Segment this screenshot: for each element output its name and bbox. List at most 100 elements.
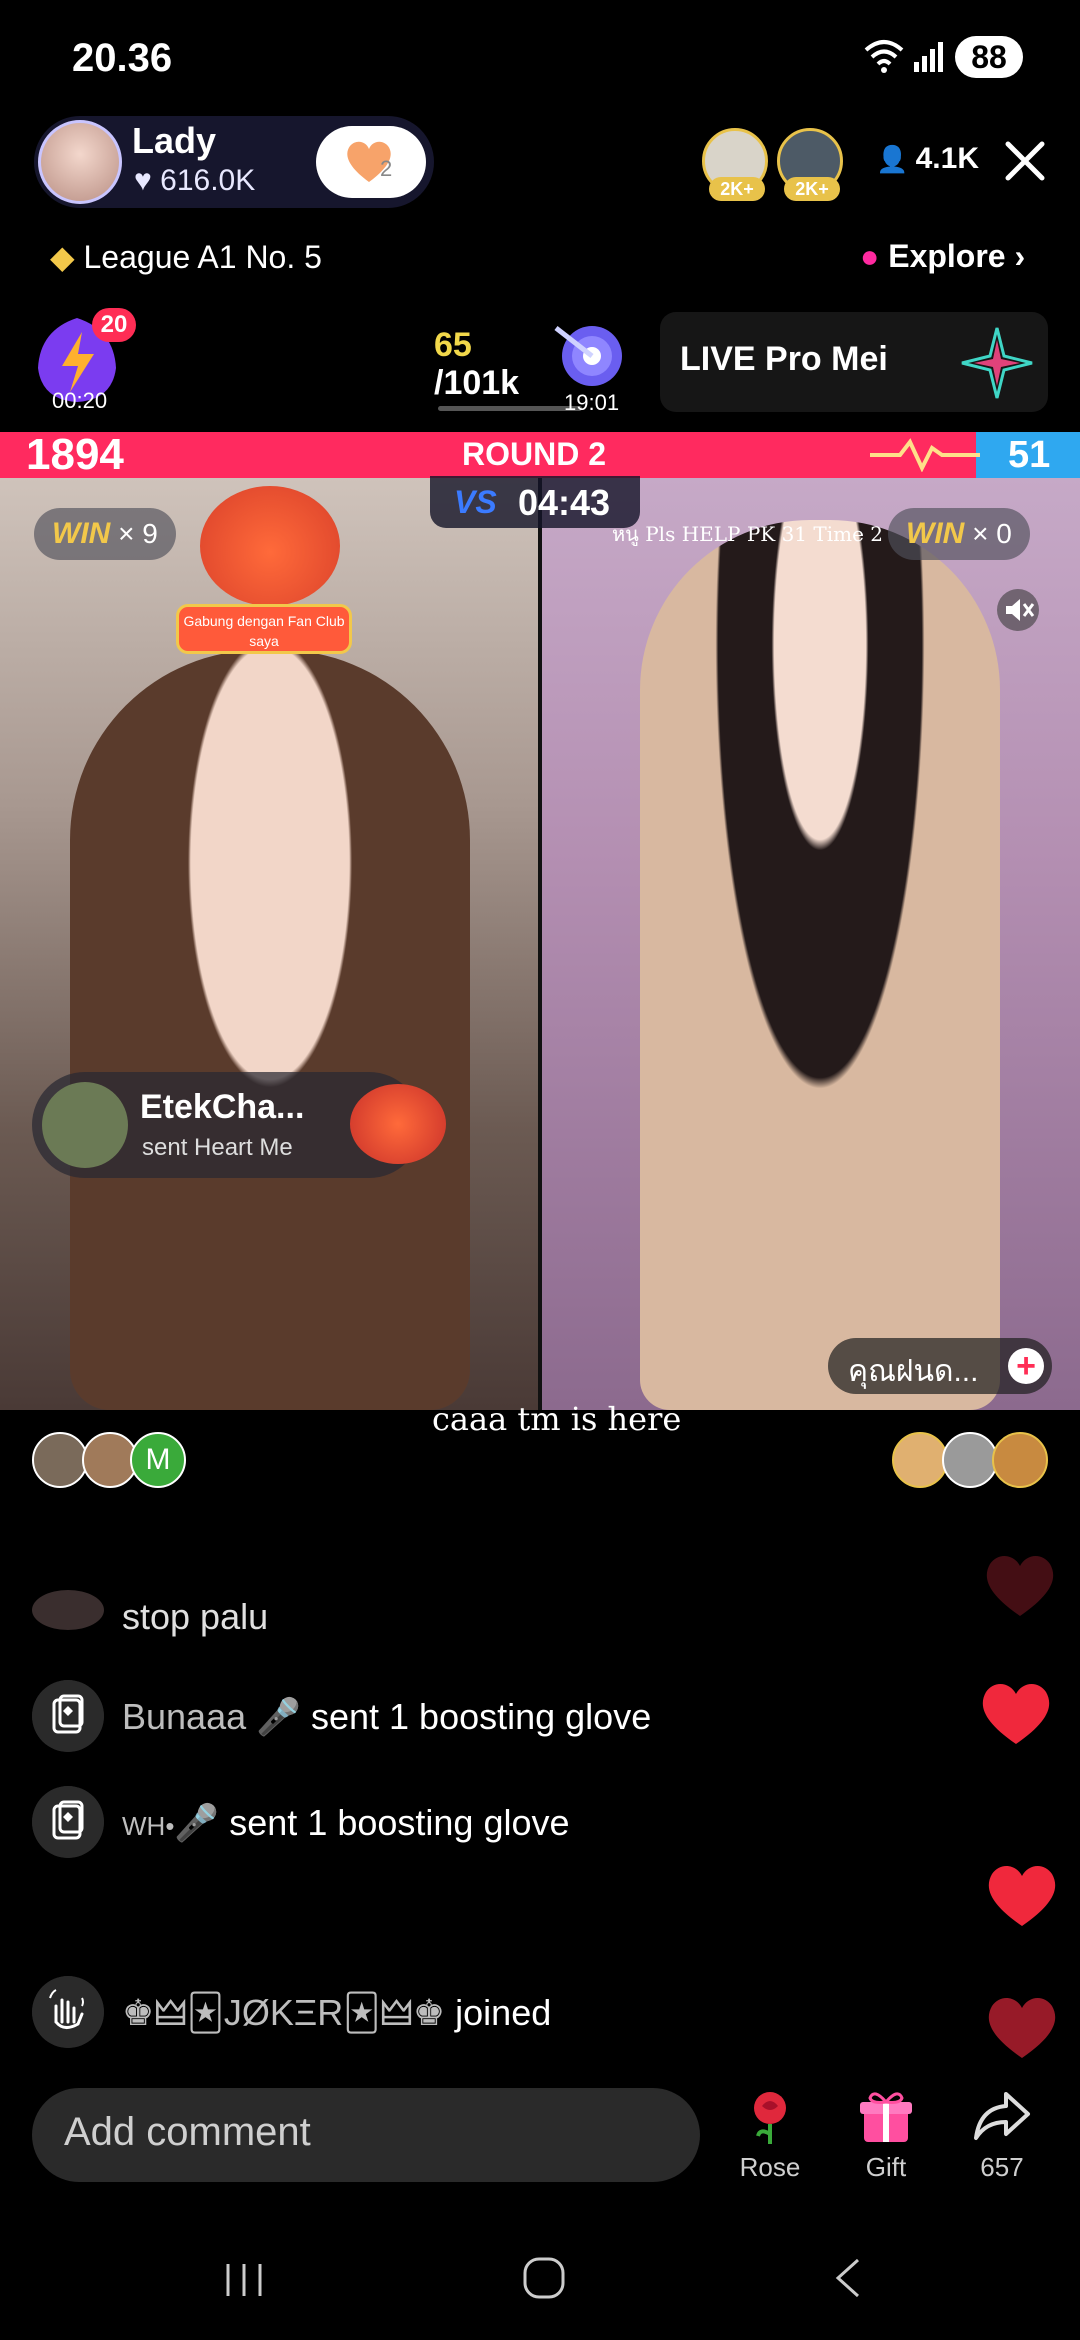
league-label: League A1 No. 5 [83,239,322,275]
signal-icon [914,42,943,72]
stream-caption: caaa tm is here [432,1400,682,1438]
rose-label: Rose [739,2152,801,2182]
supporter-avatar[interactable]: M [130,1432,186,1488]
win-label: WIN [906,517,965,550]
diamond-icon: ◆ [50,239,84,275]
recommended-user-pill[interactable]: คุณฝนด... + [828,1338,1052,1394]
supporter-avatar[interactable] [32,1432,88,1488]
chat-text: sent 1 boosting glove [310,1696,652,1737]
recent-apps-icon[interactable] [222,2262,266,2298]
gifter-name: EtekCha... [140,1088,305,1126]
pk-timer: 04:43 [518,482,611,523]
rose-icon [754,2092,786,2144]
mic-icon: 🎤 [174,1802,220,1843]
explore-orb-icon: ● [860,238,889,274]
share-count: 657 [980,2152,1024,2182]
win-count: × 0 [972,518,1012,549]
opponent-supporter-avatar[interactable] [992,1432,1048,1488]
chat-username[interactable]: WH• [122,1811,174,1841]
host-profile-pill[interactable]: Lady ♥ 616.0K 2 [34,116,434,208]
comment-placeholder: Add comment [64,2110,311,2154]
follow-badge: 2 [380,156,393,181]
goal-total: /101k [434,364,520,402]
boost-count-badge: 20 [92,308,136,342]
host-likes: ♥ 616.0K [134,164,255,198]
floating-heart-icon [988,1865,1056,1926]
rose-button[interactable]: Rose [720,2086,820,2183]
goal-current: 65 [434,326,472,364]
top-viewer-avatar[interactable]: 2K+ [702,128,768,201]
chat-avatar[interactable] [32,1590,104,1630]
share-icon [974,2092,1030,2140]
opponent-overlay-text: หนู Pls HELP PK 31 Time 2 [612,522,884,546]
chat-text: stop palu [122,1596,269,1637]
league-badge[interactable]: ◆ League A1 No. 5 [50,238,322,276]
pk-timer-pill: VS 04:43 [430,476,640,528]
chat-username[interactable]: Bunaaa [122,1696,246,1737]
wave-hand-icon [32,1976,104,2048]
floating-heart-icon [982,1683,1050,1744]
gift-card-icon [32,1680,104,1752]
back-icon[interactable] [830,2256,866,2300]
host-name: Lady [132,120,217,161]
win-streak-left: WIN × 9 [34,508,176,560]
opponent-supporter-avatar[interactable] [942,1432,998,1488]
recommended-user-name: คุณฝนด... [848,1355,979,1388]
gift-icon [860,2092,912,2142]
star-trophy-icon [961,327,1033,399]
win-streak-right: WIN × 0 [888,508,1030,560]
explore-label: Explore [888,238,1006,274]
explore-button[interactable]: ● Explore › [860,238,1025,275]
comment-input[interactable]: Add comment [32,2088,700,2182]
status-bar: 20.36 88 [0,0,1080,110]
pk-score-right: 51 [1008,434,1051,476]
status-time: 20.36 [72,36,173,80]
gift-card-icon [32,1786,104,1858]
fan-club-banner[interactable]: Gabung dengan Fan Club saya [176,604,352,654]
fan-club-mascot [200,486,340,606]
win-label: WIN [52,517,111,550]
win-count: × 9 [118,518,158,549]
host-streamer-figure [70,650,470,1410]
chat-text: joined [455,1992,552,2033]
chevron-right-icon: › [1005,238,1026,274]
close-icon[interactable] [1002,138,1048,184]
opponent-streamer-figure [640,520,1000,1410]
video-divider [538,478,542,1410]
top-viewer-badge: 2K+ [784,177,840,201]
opponent-supporter-avatar[interactable] [892,1432,948,1488]
follow-button[interactable]: 2 [316,126,426,198]
mute-icon[interactable] [996,588,1040,632]
viewer-count[interactable]: 👤 4.1K [876,142,979,176]
pk-score-left: 1894 [26,430,124,479]
chat-username[interactable]: ♚🜲🃏JØKΞR🃏🜲♚ [122,1992,445,2033]
wifi-icon [864,40,904,73]
floating-heart-icon [986,1555,1054,1616]
pk-spark-icon [870,438,980,472]
viewer-count-value: 4.1K [915,142,979,175]
live-card-title: LIVE Pro Mei [680,340,888,378]
host-avatar[interactable] [38,120,122,204]
top-viewer-avatar[interactable]: 2K+ [777,128,843,201]
gift-goal: 65 /101k [434,326,519,402]
person-icon: 👤 [876,144,916,174]
gifter-avatar[interactable] [42,1082,128,1168]
gift-description: sent Heart Me [142,1134,293,1161]
add-icon[interactable]: + [1008,1348,1044,1384]
top-viewer-badge: 2K+ [709,177,765,201]
gift-label: Gift [865,2152,907,2182]
battery-indicator: 88 [955,36,1023,78]
host-likes-count: 616.0K [160,164,256,197]
heart-icon: ♥ [134,164,161,197]
gift-button[interactable]: Gift [836,2086,936,2183]
home-icon[interactable] [522,2256,566,2300]
chat-text: sent 1 boosting glove [229,1802,570,1843]
target-timer: 19:01 [564,390,620,415]
mic-icon: 🎤 [256,1696,301,1737]
live-pro-card[interactable]: LIVE Pro Mei [660,312,1048,412]
share-button[interactable]: 657 [952,2086,1052,2183]
boost-timer: 00:20 [52,388,108,413]
vs-label: VS [454,484,497,520]
goal-progress-bar [438,406,582,411]
target-icon[interactable] [552,318,626,390]
